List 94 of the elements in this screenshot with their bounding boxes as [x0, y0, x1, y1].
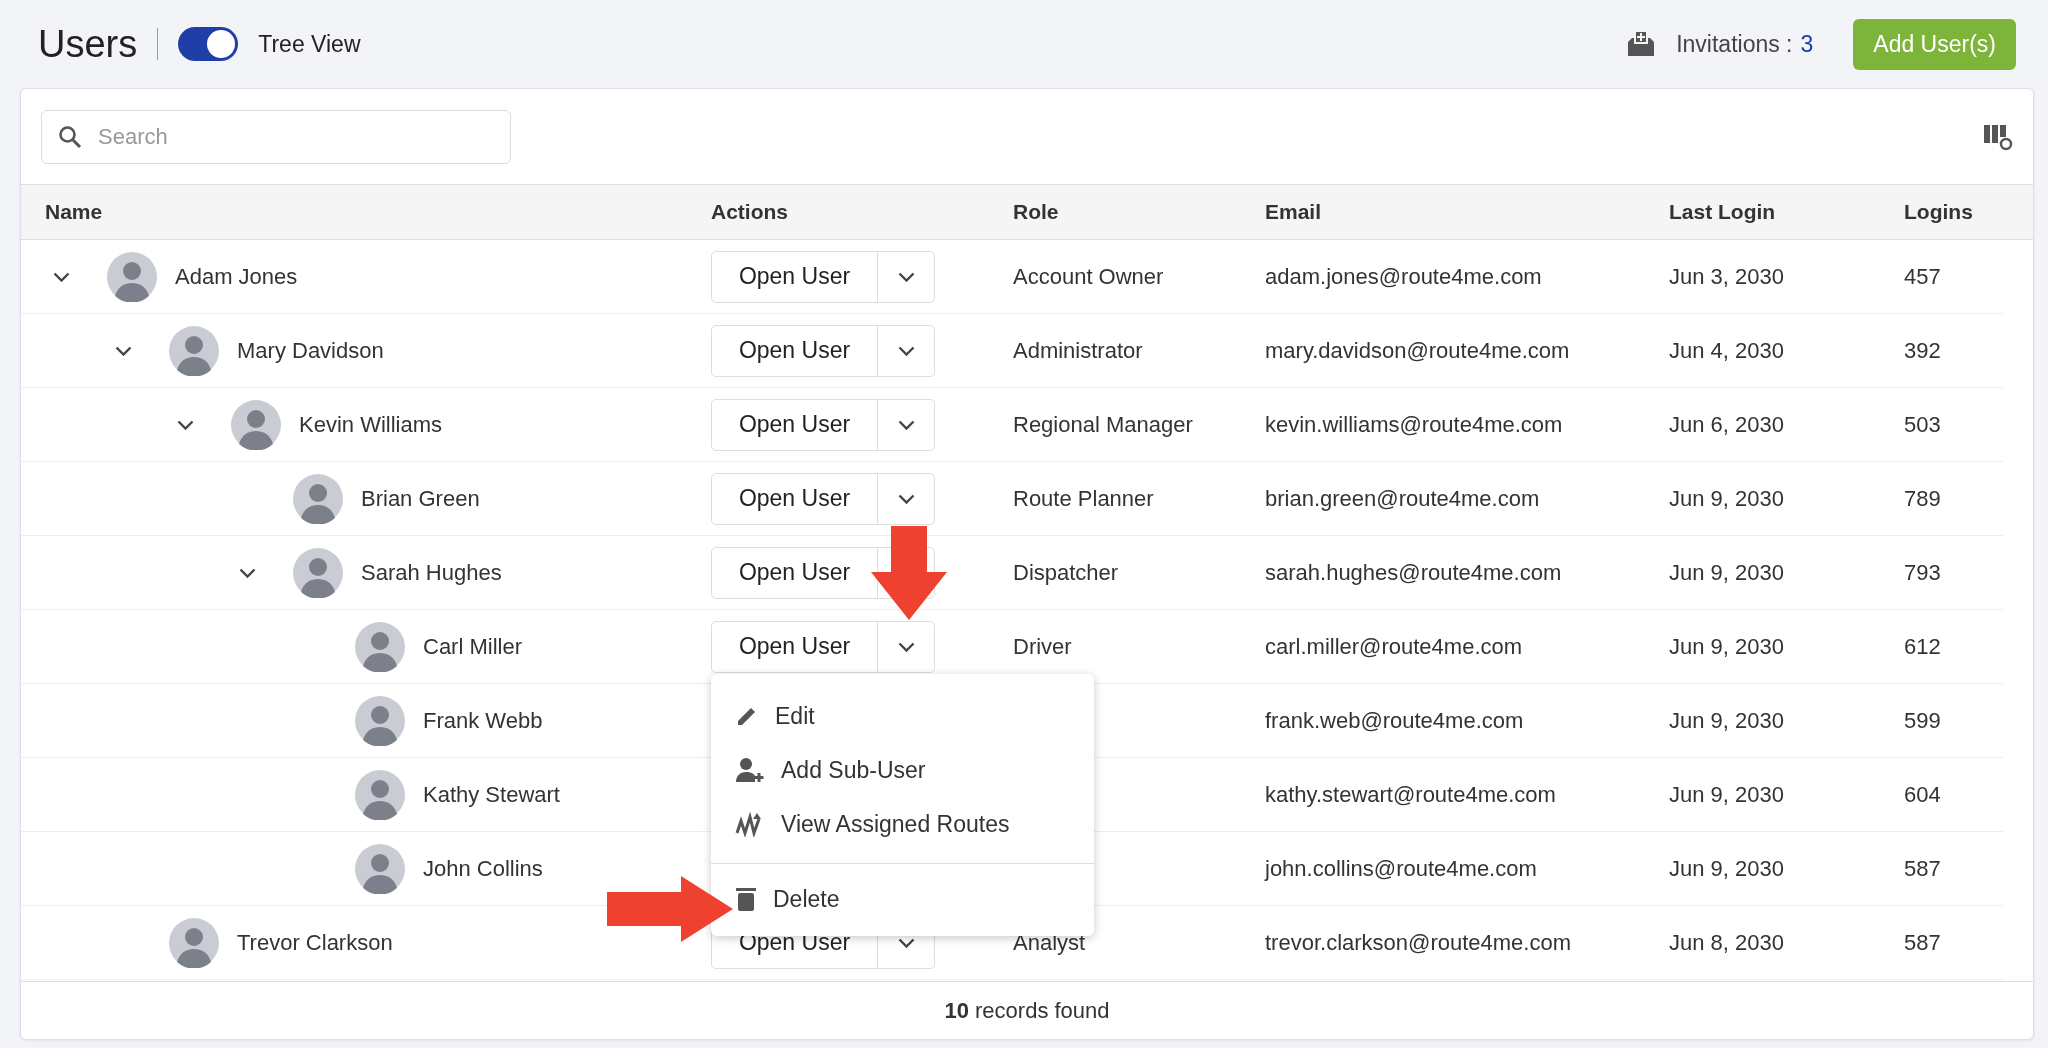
- email-text: adam.jones@route4me.com: [1265, 263, 1543, 290]
- tree-view-label: Tree View: [258, 30, 361, 58]
- records-count: 10 records found: [944, 997, 1110, 1024]
- column-header[interactable]: Name: [45, 200, 711, 224]
- menu-item[interactable]: Edit: [735, 689, 1094, 743]
- user-name[interactable]: Kevin Williams: [299, 411, 443, 438]
- role-text: Regional Manager: [1013, 411, 1193, 437]
- last-login-text: Jun 8, 2030: [1669, 929, 1785, 956]
- role-text: Account Owner: [1013, 263, 1164, 289]
- user-name[interactable]: Carl Miller: [423, 633, 522, 660]
- logins-count: 599: [1904, 707, 1942, 734]
- invitations-count[interactable]: 3: [1800, 30, 1814, 58]
- avatar: [231, 399, 281, 450]
- avatar: [293, 547, 343, 598]
- role-text: Dispatcher: [1013, 559, 1119, 585]
- invitations-label: Invitations :: [1676, 30, 1793, 58]
- last-login-text: Jun 9, 2030: [1669, 633, 1785, 660]
- last-login-text: Jun 3, 2030: [1669, 263, 1785, 290]
- collapse-chevron-icon: [114, 345, 132, 356]
- last-login-text: Jun 6, 2030: [1669, 411, 1785, 438]
- email-text: mary.davidson@route4me.com: [1265, 337, 1571, 364]
- open-user-button[interactable]: Open User: [712, 399, 878, 450]
- column-settings-icon[interactable]: [1983, 122, 2013, 151]
- trash-icon: [735, 886, 757, 912]
- column-header[interactable]: Last Login: [1669, 200, 1904, 224]
- avatar: [293, 473, 343, 524]
- collapse-chevron-icon: [238, 567, 256, 578]
- email-text: brian.green@route4me.com: [1265, 485, 1541, 512]
- avatar: [355, 621, 405, 672]
- user-name[interactable]: Brian Green: [361, 485, 480, 512]
- column-header[interactable]: Actions: [711, 200, 1013, 224]
- avatar: [355, 843, 405, 894]
- logins-count: 587: [1904, 929, 1942, 956]
- column-header[interactable]: Logins: [1904, 200, 2033, 224]
- last-login-text: Jun 9, 2030: [1669, 485, 1785, 512]
- user-name[interactable]: Mary Davidson: [237, 337, 384, 364]
- email-text: trevor.clarkson@route4me.com: [1265, 929, 1572, 956]
- email-text: kevin.williams@route4me.com: [1265, 411, 1564, 438]
- logins-count: 612: [1904, 633, 1942, 660]
- email-text: frank.web@route4me.com: [1265, 707, 1525, 734]
- last-login-text: Jun 9, 2030: [1669, 559, 1785, 586]
- logins-count: 789: [1904, 485, 1942, 512]
- email-text: carl.miller@route4me.com: [1265, 633, 1524, 660]
- open-user-button[interactable]: Open User: [712, 621, 878, 672]
- email-text: john.collins@route4me.com: [1265, 855, 1538, 882]
- search-icon: [58, 124, 82, 149]
- logins-count: 457: [1904, 263, 1942, 290]
- caret-icon: [897, 271, 915, 282]
- caret-icon: [897, 641, 915, 652]
- add-user-icon: [735, 757, 765, 783]
- open-user-button[interactable]: Open User: [712, 473, 878, 524]
- column-header[interactable]: Email: [1265, 200, 1669, 224]
- avatar: [107, 251, 157, 302]
- open-user-button[interactable]: Open User: [712, 325, 878, 376]
- logins-count: 503: [1904, 411, 1942, 438]
- logins-count: 587: [1904, 855, 1942, 882]
- page-title: Users: [38, 22, 138, 66]
- inbox-icon: [1626, 30, 1657, 58]
- email-text: kathy.stewart@route4me.com: [1265, 781, 1557, 808]
- role-text: Driver: [1013, 633, 1072, 659]
- role-text: Administrator: [1013, 337, 1143, 363]
- column-header[interactable]: Role: [1013, 200, 1265, 224]
- user-name[interactable]: Frank Webb: [423, 707, 543, 734]
- role-text: Route Planner: [1013, 485, 1154, 511]
- caret-icon: [897, 493, 915, 504]
- menu-item[interactable]: Add Sub-User: [735, 743, 1094, 797]
- caret-icon: [897, 937, 915, 948]
- last-login-text: Jun 9, 2030: [1669, 781, 1785, 808]
- avatar: [355, 769, 405, 820]
- menu-item[interactable]: View Assigned Routes: [735, 797, 1094, 851]
- search-field[interactable]: Search: [41, 109, 511, 164]
- caret-icon: [897, 345, 915, 356]
- logins-count: 793: [1904, 559, 1942, 586]
- collapse-chevron-icon: [176, 419, 194, 430]
- last-login-text: Jun 4, 2030: [1669, 337, 1785, 364]
- tree-view-toggle[interactable]: [178, 27, 239, 61]
- logins-count: 604: [1904, 781, 1942, 808]
- open-user-button[interactable]: Open User: [712, 547, 878, 598]
- role-text: Analyst: [1013, 929, 1086, 955]
- caret-icon: [897, 419, 915, 430]
- email-text: sarah.hughes@route4me.com: [1265, 559, 1563, 586]
- collapse-chevron-icon: [52, 271, 70, 282]
- user-name[interactable]: Trevor Clarkson: [237, 929, 393, 956]
- user-name[interactable]: Kathy Stewart: [423, 781, 560, 808]
- avatar: [169, 917, 219, 968]
- avatar: [169, 325, 219, 376]
- open-user-button[interactable]: Open User: [712, 251, 878, 302]
- user-name[interactable]: Sarah Hughes: [361, 559, 502, 586]
- user-name[interactable]: Adam Jones: [175, 263, 298, 290]
- user-name[interactable]: John Collins: [423, 855, 543, 882]
- avatar: [355, 695, 405, 746]
- last-login-text: Jun 9, 2030: [1669, 855, 1785, 882]
- last-login-text: Jun 9, 2030: [1669, 707, 1785, 734]
- logins-count: 392: [1904, 337, 1942, 364]
